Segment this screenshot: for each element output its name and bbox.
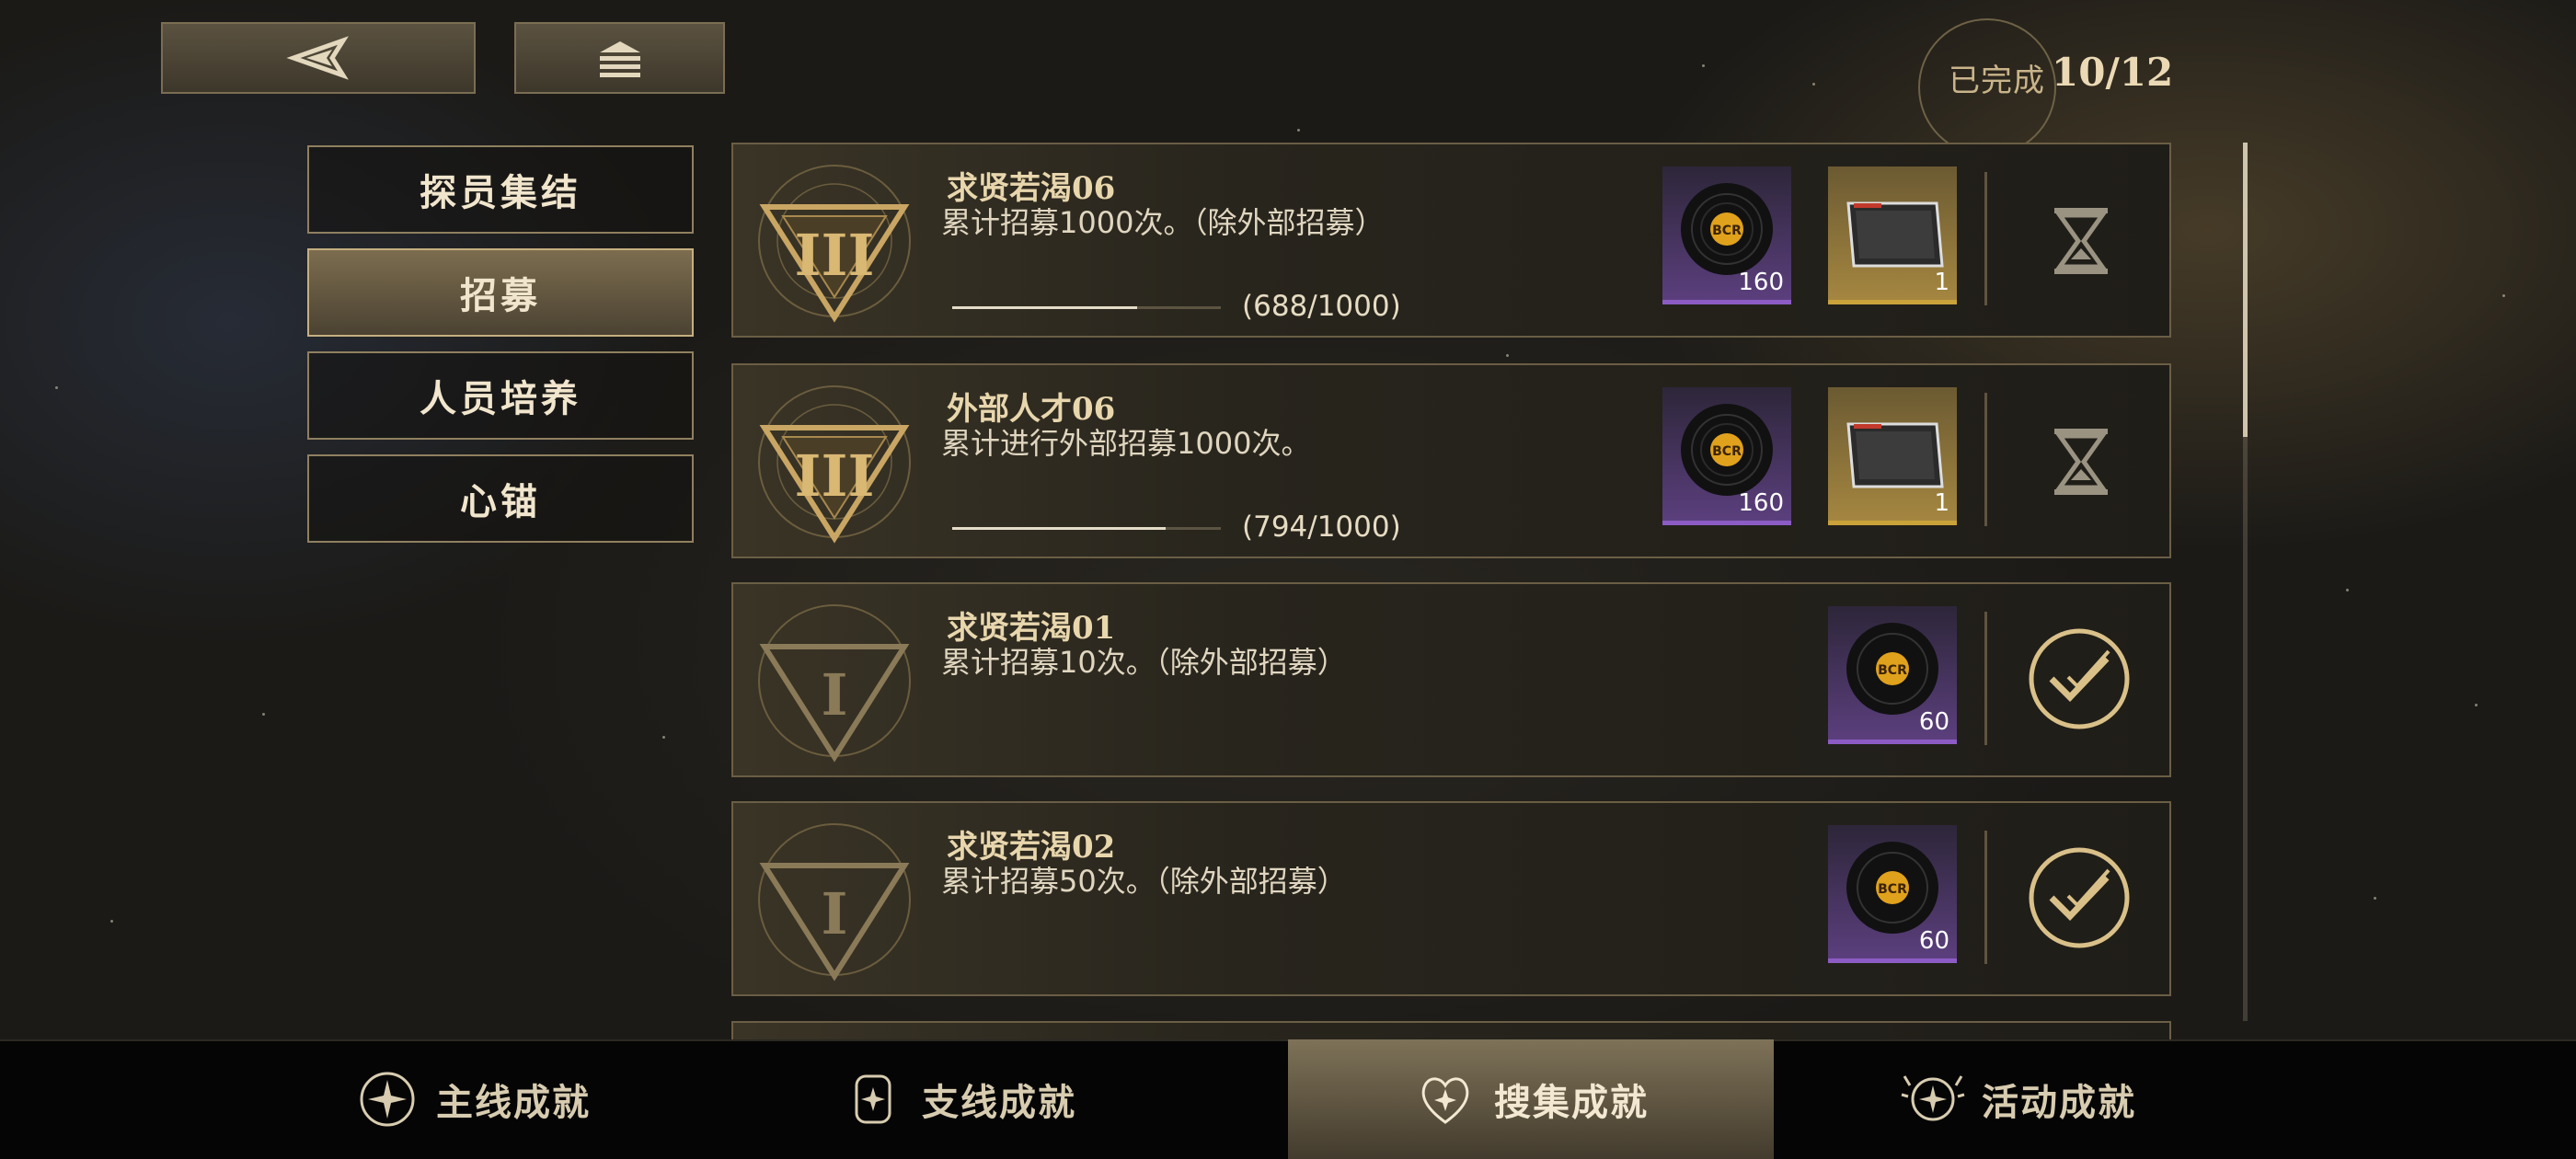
sidebar-item-heart-anchor[interactable]: 心锚 [307, 454, 694, 543]
reward-item[interactable]: BCR 160 [1662, 166, 1791, 304]
tab-main-achievement[interactable]: 主线成就 [230, 1039, 716, 1159]
completed-label: 已完成 [1949, 63, 2045, 99]
rank-i-emblem-icon: I [758, 823, 911, 981]
progress-fill [952, 527, 1166, 530]
home-stack-icon [599, 41, 640, 77]
emblem-numeral: I [821, 880, 847, 947]
reward-quantity: 1 [1934, 489, 1949, 517]
progress-fill [952, 306, 1137, 309]
achievement-description: 累计进行外部招募1000次。 [941, 426, 1311, 461]
collection-achievement-icon [1421, 1077, 1469, 1124]
in-progress-status [2021, 402, 2141, 522]
disc-label: BCR [1878, 882, 1907, 897]
emblem-numeral: I [821, 661, 847, 729]
progress-bar [952, 306, 1221, 309]
progress-text: (688/1000) [1242, 290, 1401, 323]
reward-quantity: 160 [1738, 489, 1784, 517]
tab-label: 支线成就 [922, 1081, 1076, 1124]
tab-label: 主线成就 [436, 1081, 591, 1124]
emblem-numeral: III [794, 442, 874, 510]
tab-event-achievement[interactable]: 活动成就 [1776, 1039, 2261, 1159]
reward-quantity: 160 [1738, 269, 1784, 296]
achievement-card-completed[interactable]: I 求贤若渴02 累计招募50次。（除外部招募） BCR 60 [731, 801, 2171, 996]
tab-side-achievement[interactable]: 支线成就 [716, 1039, 1202, 1159]
achievement-description: 累计招募50次。（除外部招募） [941, 864, 1347, 899]
hourglass-icon [2054, 429, 2108, 495]
reward-item[interactable]: 1 [1828, 387, 1957, 525]
back-arrow-icon [286, 36, 349, 80]
home-button[interactable] [514, 22, 725, 94]
hourglass-icon [2054, 208, 2108, 274]
sidebar-item-agent-assembly[interactable]: 探员集结 [307, 145, 694, 234]
reward-quantity: 60 [1918, 927, 1949, 955]
completed-check-icon [2024, 843, 2134, 953]
scrollbar-thumb[interactable] [2243, 143, 2248, 437]
reward-item[interactable]: 1 [1828, 166, 1957, 304]
achievement-card[interactable] [731, 1021, 2171, 1039]
back-button[interactable] [161, 22, 476, 94]
rank-i-emblem-icon: I [758, 604, 911, 763]
completed-count: 10/12 [2052, 50, 2174, 95]
reward-item[interactable]: BCR 60 [1828, 825, 1957, 963]
divider [1984, 172, 1987, 305]
sidebar-item-recruit[interactable]: 招募 [307, 248, 694, 337]
achievement-list[interactable]: III 求贤若渴06 累计招募1000次。（除外部招募） (688/1000) … [731, 143, 2171, 1039]
completed-check-icon [2024, 624, 2134, 734]
disc-label: BCR [1878, 663, 1907, 678]
sidebar-item-personnel-training[interactable]: 人员培养 [307, 351, 694, 440]
achievement-description: 累计招募1000次。（除外部招募） [941, 205, 1385, 240]
reward-quantity: 1 [1934, 269, 1949, 296]
achievement-card-completed[interactable]: I 求贤若渴01 累计招募10次。（除外部招募） BCR 60 [731, 582, 2171, 777]
emblem-numeral: III [794, 222, 874, 289]
tab-label: 搜集成就 [1494, 1081, 1649, 1124]
achievement-card[interactable]: III 求贤若渴06 累计招募1000次。（除外部招募） (688/1000) … [731, 143, 2171, 338]
disc-label: BCR [1712, 224, 1742, 238]
reward-item[interactable]: BCR 160 [1662, 387, 1791, 525]
divider [1984, 612, 1987, 745]
event-achievement-icon [1901, 1075, 1965, 1121]
achievement-card[interactable]: III 外部人才06 累计进行外部招募1000次。 (794/1000) BCR… [731, 363, 2171, 558]
progress-bar [952, 527, 1221, 530]
in-progress-status [2021, 181, 2141, 301]
divider [1984, 393, 1987, 526]
tab-label: 活动成就 [1982, 1081, 2136, 1124]
achievement-description: 累计招募10次。（除外部招募） [941, 645, 1347, 680]
disc-label: BCR [1712, 444, 1742, 459]
reward-item[interactable]: BCR 60 [1828, 606, 1957, 744]
side-achievement-icon [855, 1074, 891, 1124]
main-achievement-icon [360, 1072, 415, 1127]
rank-iii-emblem-icon: III [758, 165, 911, 323]
progress-text: (794/1000) [1242, 511, 1401, 544]
rank-iii-emblem-icon: III [758, 385, 911, 544]
reward-quantity: 60 [1918, 708, 1949, 736]
divider [1984, 831, 1987, 964]
tab-collection-achievement[interactable]: 搜集成就 [1288, 1039, 1774, 1159]
